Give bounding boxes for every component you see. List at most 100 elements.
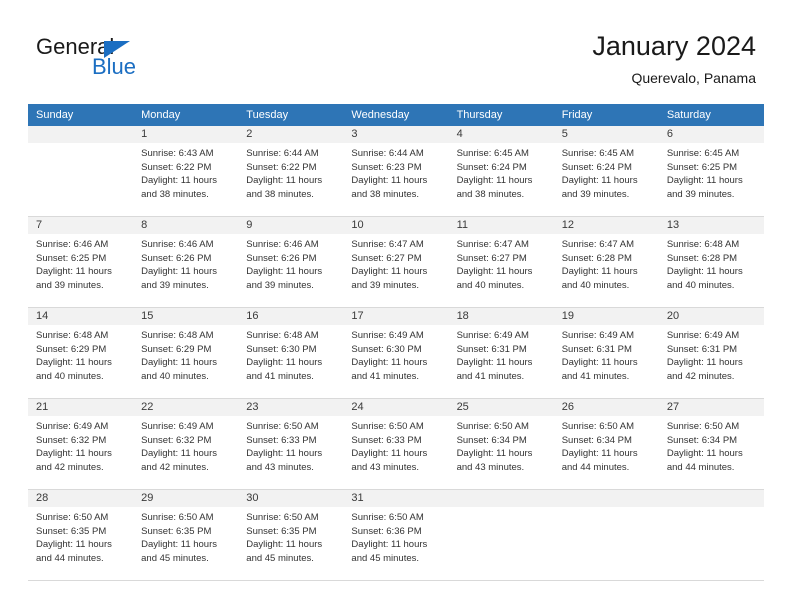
day-cell[interactable]: 6 Sunrise: 6:45 AM Sunset: 6:25 PM Dayli… bbox=[658, 126, 764, 217]
day-cell[interactable]: 16 Sunrise: 6:48 AM Sunset: 6:30 PM Dayl… bbox=[238, 307, 344, 399]
day-cell[interactable] bbox=[28, 126, 134, 217]
day-cell[interactable]: 26 Sunrise: 6:50 AM Sunset: 6:34 PM Dayl… bbox=[553, 398, 659, 490]
daylight-text-line1: Daylight: 11 hours bbox=[246, 357, 323, 368]
day-number: 28 bbox=[28, 490, 134, 507]
day-cell[interactable]: 30 Sunrise: 6:50 AM Sunset: 6:35 PM Dayl… bbox=[238, 489, 344, 581]
sunrise-text: Sunrise: 6:49 AM bbox=[351, 330, 424, 341]
sunrise-text: Sunrise: 6:50 AM bbox=[351, 512, 424, 523]
day-cell[interactable]: 3 Sunrise: 6:44 AM Sunset: 6:23 PM Dayli… bbox=[343, 126, 449, 217]
day-cell[interactable]: 24 Sunrise: 6:50 AM Sunset: 6:33 PM Dayl… bbox=[343, 398, 449, 490]
day-details: Sunrise: 6:48 AM Sunset: 6:29 PM Dayligh… bbox=[28, 325, 133, 383]
day-cell[interactable] bbox=[448, 489, 554, 581]
day-number: 14 bbox=[28, 308, 134, 325]
day-cell[interactable]: 20 Sunrise: 6:49 AM Sunset: 6:31 PM Dayl… bbox=[658, 307, 764, 399]
brand-logo[interactable]: General Blue bbox=[36, 36, 236, 88]
day-details: Sunrise: 6:50 AM Sunset: 6:33 PM Dayligh… bbox=[343, 416, 448, 474]
day-cell[interactable]: 2 Sunrise: 6:44 AM Sunset: 6:22 PM Dayli… bbox=[238, 126, 344, 217]
day-cell[interactable]: 4 Sunrise: 6:45 AM Sunset: 6:24 PM Dayli… bbox=[448, 126, 554, 217]
daylight-text-line1: Daylight: 11 hours bbox=[456, 357, 533, 368]
daylight-text-line1: Daylight: 11 hours bbox=[141, 539, 218, 550]
day-details: Sunrise: 6:47 AM Sunset: 6:27 PM Dayligh… bbox=[343, 234, 448, 292]
daylight-text-line1: Daylight: 11 hours bbox=[456, 448, 533, 459]
day-number: 1 bbox=[133, 126, 239, 143]
day-details: Sunrise: 6:50 AM Sunset: 6:33 PM Dayligh… bbox=[238, 416, 343, 474]
day-cell[interactable]: 8 Sunrise: 6:46 AM Sunset: 6:26 PM Dayli… bbox=[133, 216, 239, 308]
day-details: Sunrise: 6:49 AM Sunset: 6:31 PM Dayligh… bbox=[449, 325, 554, 383]
day-number bbox=[28, 126, 134, 143]
day-cell[interactable]: 7 Sunrise: 6:46 AM Sunset: 6:25 PM Dayli… bbox=[28, 216, 134, 308]
day-number: 3 bbox=[343, 126, 449, 143]
weekday-header-sunday: Sunday bbox=[28, 104, 134, 126]
day-cell[interactable]: 18 Sunrise: 6:49 AM Sunset: 6:31 PM Dayl… bbox=[448, 307, 554, 399]
day-cell[interactable]: 13 Sunrise: 6:48 AM Sunset: 6:28 PM Dayl… bbox=[658, 216, 764, 308]
sunrise-text: Sunrise: 6:46 AM bbox=[36, 239, 109, 250]
day-details: Sunrise: 6:49 AM Sunset: 6:32 PM Dayligh… bbox=[133, 416, 238, 474]
sunrise-text: Sunrise: 6:49 AM bbox=[561, 330, 635, 341]
day-cell[interactable]: 19 Sunrise: 6:49 AM Sunset: 6:31 PM Dayl… bbox=[553, 307, 659, 399]
day-cell[interactable]: 14 Sunrise: 6:48 AM Sunset: 6:29 PM Dayl… bbox=[28, 307, 134, 399]
weekday-header-tuesday: Tuesday bbox=[238, 104, 344, 126]
day-cell[interactable]: 21 Sunrise: 6:49 AM Sunset: 6:32 PM Dayl… bbox=[28, 398, 134, 490]
day-cell[interactable]: 17 Sunrise: 6:49 AM Sunset: 6:30 PM Dayl… bbox=[343, 307, 449, 399]
page-title: January 2024 bbox=[592, 31, 756, 61]
day-cell[interactable]: 1 Sunrise: 6:43 AM Sunset: 6:22 PM Dayli… bbox=[133, 126, 239, 217]
day-details: Sunrise: 6:50 AM Sunset: 6:35 PM Dayligh… bbox=[28, 507, 133, 565]
sunrise-text: Sunrise: 6:50 AM bbox=[141, 512, 214, 523]
sunrise-text: Sunrise: 6:48 AM bbox=[246, 330, 319, 341]
day-cell[interactable]: 25 Sunrise: 6:50 AM Sunset: 6:34 PM Dayl… bbox=[448, 398, 554, 490]
day-cell[interactable]: 23 Sunrise: 6:50 AM Sunset: 6:33 PM Dayl… bbox=[238, 398, 344, 490]
sunrise-text: Sunrise: 6:44 AM bbox=[246, 148, 319, 159]
day-cell[interactable]: 5 Sunrise: 6:45 AM Sunset: 6:24 PM Dayli… bbox=[553, 126, 659, 217]
day-details: Sunrise: 6:50 AM Sunset: 6:34 PM Dayligh… bbox=[659, 416, 764, 474]
daylight-text-line1: Daylight: 11 hours bbox=[246, 448, 323, 459]
daylight-text-line2: and 39 minutes. bbox=[36, 279, 104, 291]
day-cell[interactable]: 22 Sunrise: 6:49 AM Sunset: 6:32 PM Dayl… bbox=[133, 398, 239, 490]
sunset-text: Sunset: 6:30 PM bbox=[351, 343, 422, 355]
day-number: 24 bbox=[343, 399, 449, 416]
day-number: 8 bbox=[133, 217, 239, 234]
day-number: 10 bbox=[343, 217, 449, 234]
day-cell[interactable]: 12 Sunrise: 6:47 AM Sunset: 6:28 PM Dayl… bbox=[553, 216, 659, 308]
day-number: 20 bbox=[658, 308, 764, 325]
sunset-text: Sunset: 6:22 PM bbox=[246, 161, 317, 173]
daylight-text-line1: Daylight: 11 hours bbox=[351, 539, 428, 550]
daylight-text-line2: and 39 minutes. bbox=[141, 279, 209, 291]
daylight-text-line1: Daylight: 11 hours bbox=[141, 175, 218, 186]
daylight-text-line2: and 45 minutes. bbox=[246, 552, 314, 564]
daylight-text-line1: Daylight: 11 hours bbox=[666, 266, 743, 277]
day-details: Sunrise: 6:47 AM Sunset: 6:27 PM Dayligh… bbox=[449, 234, 554, 292]
day-cell[interactable]: 15 Sunrise: 6:48 AM Sunset: 6:29 PM Dayl… bbox=[133, 307, 239, 399]
day-number: 17 bbox=[343, 308, 449, 325]
daylight-text-line2: and 43 minutes. bbox=[246, 461, 314, 473]
sunset-text: Sunset: 6:32 PM bbox=[141, 434, 212, 446]
day-number: 30 bbox=[238, 490, 344, 507]
sunset-text: Sunset: 6:31 PM bbox=[666, 343, 738, 355]
daylight-text-line2: and 44 minutes. bbox=[666, 461, 735, 473]
day-number bbox=[553, 490, 659, 507]
daylight-text-line1: Daylight: 11 hours bbox=[351, 175, 428, 186]
day-details bbox=[659, 507, 764, 511]
sunset-text: Sunset: 6:33 PM bbox=[351, 434, 422, 446]
sunrise-text: Sunrise: 6:49 AM bbox=[36, 421, 109, 432]
day-number: 26 bbox=[553, 399, 659, 416]
sunrise-text: Sunrise: 6:50 AM bbox=[246, 421, 319, 432]
day-cell[interactable]: 27 Sunrise: 6:50 AM Sunset: 6:34 PM Dayl… bbox=[658, 398, 764, 490]
sunrise-text: Sunrise: 6:45 AM bbox=[561, 148, 635, 159]
day-cell[interactable]: 10 Sunrise: 6:47 AM Sunset: 6:27 PM Dayl… bbox=[343, 216, 449, 308]
day-cell[interactable]: 28 Sunrise: 6:50 AM Sunset: 6:35 PM Dayl… bbox=[28, 489, 134, 581]
day-details: Sunrise: 6:50 AM Sunset: 6:34 PM Dayligh… bbox=[449, 416, 554, 474]
day-details: Sunrise: 6:44 AM Sunset: 6:23 PM Dayligh… bbox=[343, 143, 448, 201]
day-cell[interactable]: 9 Sunrise: 6:46 AM Sunset: 6:26 PM Dayli… bbox=[238, 216, 344, 308]
day-cell[interactable] bbox=[658, 489, 764, 581]
day-cell[interactable]: 31 Sunrise: 6:50 AM Sunset: 6:36 PM Dayl… bbox=[343, 489, 449, 581]
sunset-text: Sunset: 6:32 PM bbox=[36, 434, 107, 446]
sunrise-text: Sunrise: 6:46 AM bbox=[246, 239, 319, 250]
day-number: 12 bbox=[553, 217, 659, 234]
calendar-grid: Sunday Monday Tuesday Wednesday Thursday… bbox=[28, 104, 764, 581]
day-cell[interactable] bbox=[553, 489, 659, 581]
daylight-text-line2: and 38 minutes. bbox=[246, 188, 314, 200]
calendar-week-row: 21 Sunrise: 6:49 AM Sunset: 6:32 PM Dayl… bbox=[28, 398, 764, 490]
weekday-header-monday: Monday bbox=[133, 104, 239, 126]
day-cell[interactable]: 29 Sunrise: 6:50 AM Sunset: 6:35 PM Dayl… bbox=[133, 489, 239, 581]
day-cell[interactable]: 11 Sunrise: 6:47 AM Sunset: 6:27 PM Dayl… bbox=[448, 216, 554, 308]
